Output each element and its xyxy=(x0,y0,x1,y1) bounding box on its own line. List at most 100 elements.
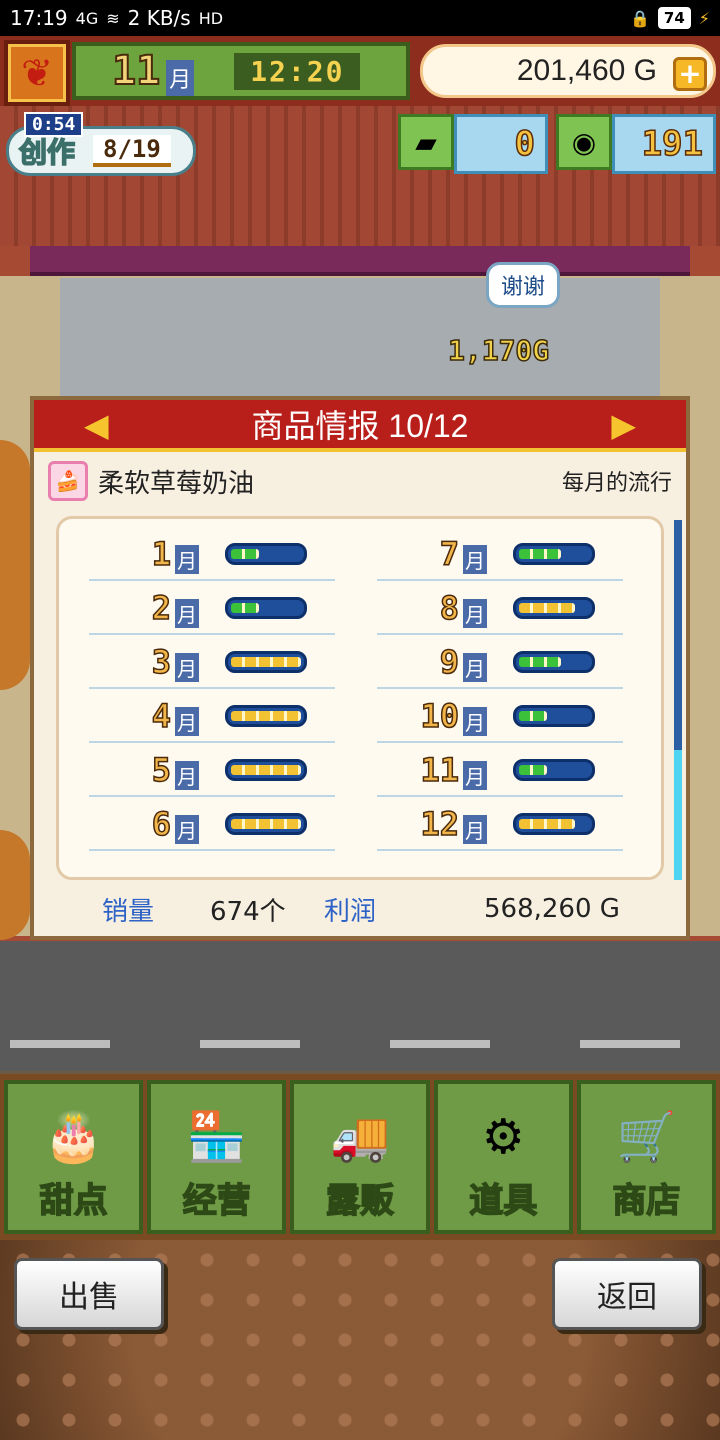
sales-label: 销量 xyxy=(102,896,155,927)
product-info-panel: ◀ 商品情报 10/12 ▶ 🍰 柔软草莓奶油 每月的流行 1月2月3月4月5月… xyxy=(30,396,690,940)
add-money-button[interactable]: + xyxy=(673,57,707,91)
status-bar: 17:19 4G ≋ 2 KB/s HD 🔒 74 ⚡ xyxy=(0,0,720,36)
bottom-menu: 🎂 甜点 🏪 经营 🚚 露贩 ⚙ 道具 🛒 商店 xyxy=(0,1074,720,1240)
earned-amount: 1,170G xyxy=(447,333,550,368)
gear-bag-icon: ⚙ xyxy=(481,1109,525,1165)
maple-leaf-icon[interactable]: ❦ xyxy=(4,40,70,106)
popularity-meter xyxy=(513,651,595,673)
status-time: 17:19 xyxy=(10,6,68,30)
money-display: 201,460 G + xyxy=(420,44,716,98)
sell-button[interactable]: 出售 xyxy=(14,1258,164,1330)
month-trend-item: 12 月 xyxy=(377,799,623,851)
month-trend-item: 11 月 xyxy=(377,745,623,797)
back-button[interactable]: 返回 xyxy=(552,1258,702,1330)
profit-label: 利润 xyxy=(324,896,377,927)
popularity-meter xyxy=(225,543,307,565)
month-trend-item: 1月 xyxy=(89,529,335,581)
month-number: 3 xyxy=(151,642,172,682)
menu-stall-button[interactable]: 🚚 露贩 xyxy=(290,1080,430,1234)
food-truck-icon: 🚚 xyxy=(330,1109,390,1165)
lane-marking xyxy=(390,1040,490,1048)
coin-icon: ◉ xyxy=(556,114,612,170)
month-number: 4 xyxy=(151,696,172,736)
hd-icon: HD xyxy=(198,8,224,28)
create-timer: 0:54 xyxy=(24,112,84,137)
create-count: 8/19 xyxy=(93,135,171,167)
money-amount: 201,460 G xyxy=(516,54,657,87)
battery-indicator: 74 xyxy=(657,7,691,29)
scroll-thumb[interactable] xyxy=(674,750,682,880)
signal-icon: 4G xyxy=(75,8,99,28)
popularity-fill xyxy=(231,765,301,775)
month-trend-item: 2月 xyxy=(89,583,335,635)
trend-label: 每月的流行 xyxy=(561,471,672,496)
popularity-fill xyxy=(519,549,561,559)
month-unit: 月 xyxy=(463,544,487,574)
month-unit: 月 xyxy=(463,598,487,628)
menu-label: 甜点 xyxy=(39,1180,109,1222)
next-arrow-icon[interactable]: ▶ xyxy=(611,406,636,444)
coin-counter[interactable]: ◉ 191 xyxy=(556,114,716,174)
ticket-counter[interactable]: ▰ 0 xyxy=(398,114,548,174)
panel-title: 商品情报 10/12 xyxy=(251,408,469,444)
popularity-fill xyxy=(519,711,547,721)
game-clock: 12:20 xyxy=(234,52,361,90)
autumn-tree xyxy=(0,830,30,940)
popularity-fill xyxy=(519,765,547,775)
popularity-fill xyxy=(231,657,301,667)
wifi-icon: ≋ xyxy=(106,8,120,28)
popularity-meter xyxy=(225,597,307,619)
shop-window xyxy=(60,278,660,398)
month-trend-item: 5月 xyxy=(89,745,335,797)
prev-arrow-icon[interactable]: ◀ xyxy=(84,406,109,444)
shop-awning xyxy=(30,246,690,276)
lock-icon: 🔒 xyxy=(629,8,650,28)
popularity-fill xyxy=(231,711,301,721)
month-unit: 月 xyxy=(175,598,199,628)
month-number: 11 xyxy=(420,750,460,790)
scrollbar[interactable] xyxy=(674,520,682,880)
panel-footer: 销量 674个 利润 568,260 G xyxy=(34,886,686,932)
product-name: 柔软草莓奶油 xyxy=(98,468,255,499)
menu-items-button[interactable]: ⚙ 道具 xyxy=(433,1080,573,1234)
popularity-fill xyxy=(231,603,259,613)
menu-label: 露贩 xyxy=(325,1180,395,1222)
month-unit: 月 xyxy=(175,760,199,790)
popularity-meter xyxy=(513,597,595,619)
month-unit: 月 xyxy=(463,760,487,790)
menu-store-button[interactable]: 🛒 商店 xyxy=(576,1080,717,1234)
popularity-fill xyxy=(519,657,561,667)
month-number: 5 xyxy=(151,750,172,790)
month-unit: 月 xyxy=(166,60,195,96)
profit-value: 568,260 G xyxy=(484,894,620,924)
menu-dessert-button[interactable]: 🎂 甜点 xyxy=(4,1080,144,1234)
menu-label: 道具 xyxy=(468,1180,538,1222)
month-unit: 月 xyxy=(175,814,199,844)
cake-icon: 🍰 xyxy=(48,461,88,501)
charging-icon: ⚡ xyxy=(698,8,710,28)
month-trend-item: 9月 xyxy=(377,637,623,689)
lane-marking xyxy=(10,1040,110,1048)
popularity-meter xyxy=(225,813,307,835)
popularity-fill xyxy=(519,819,575,829)
menu-label: 商店 xyxy=(612,1180,682,1222)
ticket-count: 0 xyxy=(454,114,548,174)
street xyxy=(0,941,720,1071)
menu-manage-button[interactable]: 🏪 经营 xyxy=(147,1080,287,1234)
month-unit: 月 xyxy=(463,652,487,682)
popularity-fill xyxy=(231,819,301,829)
month-trend-item: 8月 xyxy=(377,583,623,635)
month-number: 12 xyxy=(420,804,460,844)
month-trend-item: 7月 xyxy=(377,529,623,581)
lane-marking xyxy=(200,1040,300,1048)
month-number: 2 xyxy=(151,588,172,628)
create-progress[interactable]: 创作 8/19 0:54 xyxy=(6,112,196,176)
shop-icon: 🏪 xyxy=(186,1109,247,1165)
shopping-cart-icon: 🛒 xyxy=(616,1109,677,1165)
month-unit: 月 xyxy=(463,706,487,736)
popularity-meter xyxy=(513,813,595,835)
month-unit: 月 xyxy=(175,706,199,736)
month-number: 6 xyxy=(151,804,172,844)
popularity-meter xyxy=(225,759,307,781)
coin-count: 191 xyxy=(612,114,716,174)
